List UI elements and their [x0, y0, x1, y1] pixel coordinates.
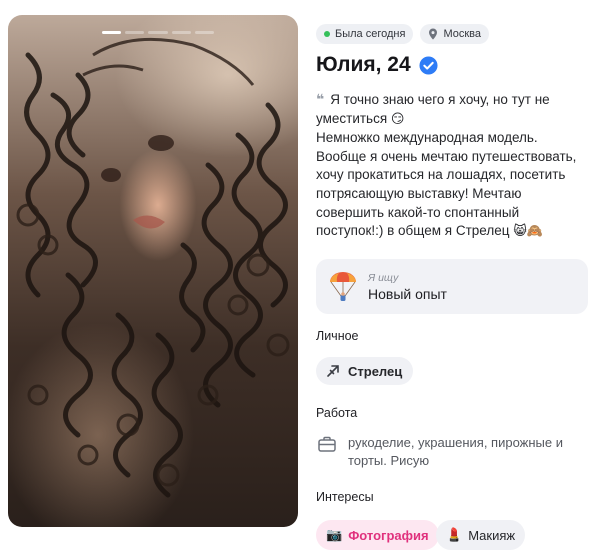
lipstick-icon: 💄: [446, 527, 463, 543]
work-text: рукоделие, украшения, пирожные и торты. …: [348, 435, 563, 468]
quote-icon: ❝: [316, 91, 325, 107]
story-bar-segment: [125, 31, 145, 34]
interests-section-title: Интересы: [316, 490, 374, 504]
story-bar-segment: [194, 31, 215, 34]
online-status-text: Была сегодня: [335, 28, 406, 40]
camera-icon: 📷: [326, 527, 343, 543]
story-progress-bars: [102, 31, 215, 34]
online-status-chip: Была сегодня: [316, 24, 414, 44]
briefcase-icon: [318, 436, 336, 452]
seeking-card[interactable]: Я ищу Новый опыт: [316, 259, 588, 314]
profile-name-age: Юлия, 24: [316, 53, 411, 76]
city-chip: Москва: [420, 24, 489, 44]
zodiac-label: Стрелец: [348, 363, 403, 379]
profile-bio: ❝ Я точно знаю чего я хочу, но тут не уме…: [316, 90, 588, 242]
online-dot-icon: [324, 31, 330, 37]
bio-end-emojis: 😸🙈: [513, 224, 543, 240]
story-bar-segment: [102, 31, 122, 34]
interest-photography-label: Фотография: [348, 527, 429, 543]
work-row: рукоделие, украшения, пирожные и торты. …: [316, 434, 588, 470]
interest-makeup-label: Макияж: [468, 527, 516, 543]
smirk-emoji: 😏: [390, 111, 405, 127]
bio-line1: Я точно знаю чего я хочу, но тут не умес…: [316, 92, 550, 126]
personal-section-title: Личное: [316, 329, 359, 343]
story-bar-segment: [148, 31, 168, 34]
work-section-title: Работа: [316, 406, 358, 420]
story-bar-segment: [171, 31, 191, 34]
interest-makeup-tag[interactable]: 💄 Макияж: [436, 520, 526, 550]
sagittarius-icon: [327, 365, 339, 377]
curly-hair-shapes: [16, 37, 290, 498]
zodiac-tag[interactable]: Стрелец: [316, 357, 414, 385]
location-pin-icon: [429, 28, 438, 40]
verified-badge-icon: [419, 55, 438, 75]
interest-photography-tag[interactable]: 📷 Фотография: [316, 520, 439, 550]
bio-body: Немножко международная модель. Вообще я …: [316, 130, 577, 239]
profile-photo[interactable]: [8, 15, 298, 527]
seeking-label: Я ищу: [368, 271, 399, 284]
parachute-icon: [330, 271, 356, 301]
city-text: Москва: [443, 28, 481, 40]
seeking-value: Новый опыт: [368, 285, 447, 302]
